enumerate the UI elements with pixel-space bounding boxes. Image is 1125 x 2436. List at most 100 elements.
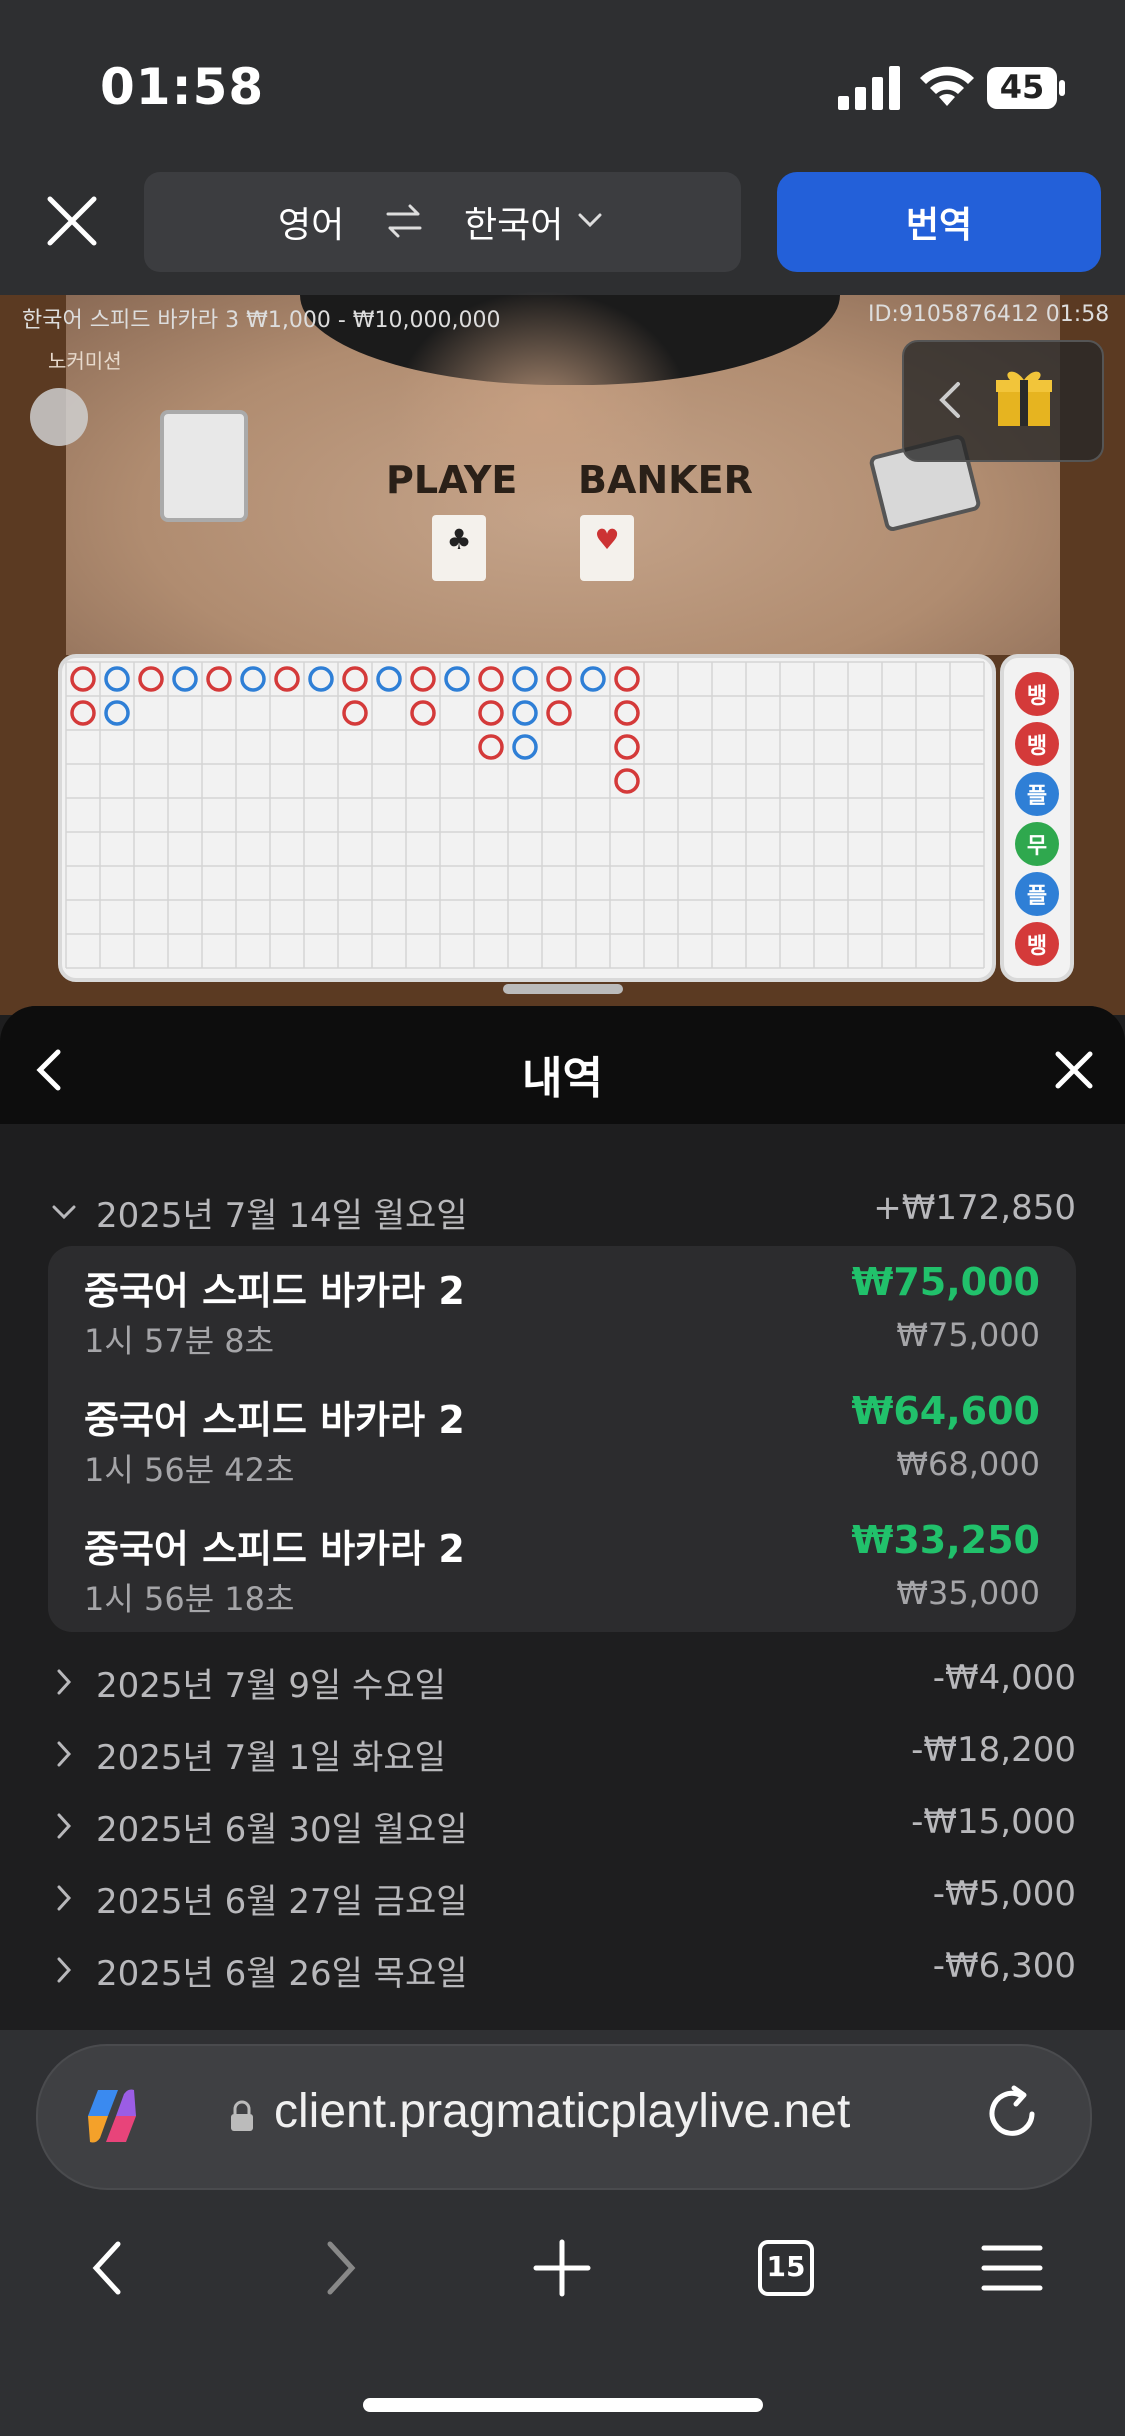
road-bead <box>614 734 640 760</box>
card-shoe <box>160 410 248 522</box>
history-sheet: 내역 2025년 7월 14일 월요일 +₩172,850 중국어 스피드 바카… <box>0 1006 1125 2030</box>
reload-icon[interactable] <box>980 2082 1044 2146</box>
status-time: 01:58 <box>100 58 265 116</box>
target-language[interactable]: 한국어 <box>464 196 563 248</box>
chevron-right-icon <box>57 1957 72 1983</box>
road-bead <box>478 666 504 692</box>
road-bead <box>70 700 96 726</box>
road-bead <box>580 666 606 692</box>
session-item[interactable]: 중국어 스피드 바카라 2 1시 56분 18초 ₩33,250 ₩35,000 <box>84 1518 1040 1628</box>
road-bead <box>70 666 96 692</box>
close-icon[interactable] <box>44 193 100 249</box>
road-bead <box>274 666 300 692</box>
day-date: 2025년 7월 1일 화요일 <box>96 1738 446 1778</box>
close-icon[interactable] <box>1054 1050 1094 1090</box>
gift-icon[interactable] <box>996 366 1052 428</box>
roadmap-board <box>58 654 996 982</box>
prediction-button[interactable]: 뱅 <box>1015 722 1059 766</box>
banker-label: BANKER <box>578 458 753 502</box>
session-bet: ₩75,000 <box>896 1316 1040 1354</box>
road-bead <box>138 666 164 692</box>
day-row[interactable]: 2025년 6월 26일 목요일 -₩6,300 <box>52 1946 1076 1994</box>
day-date: 2025년 6월 30일 월요일 <box>96 1810 468 1850</box>
session-win: ₩64,600 <box>851 1389 1040 1433</box>
language-selector[interactable] <box>144 172 741 272</box>
history-title: 내역 <box>522 1053 603 1104</box>
road-bead <box>614 768 640 794</box>
chevron-right-icon <box>57 1813 72 1839</box>
day-row[interactable]: 2025년 6월 27일 금요일 -₩5,000 <box>52 1874 1076 1922</box>
copilot-icon[interactable] <box>78 2082 146 2150</box>
back-icon[interactable] <box>74 2232 146 2304</box>
road-bead <box>410 666 436 692</box>
day-date: 2025년 7월 9일 수요일 <box>96 1666 446 1706</box>
day-row[interactable]: 2025년 6월 30일 월요일 -₩15,000 <box>52 1802 1076 1850</box>
day-date: 2025년 6월 26일 목요일 <box>96 1954 468 1994</box>
road-bead <box>444 666 470 692</box>
road-bead <box>410 700 436 726</box>
road-bead <box>240 666 266 692</box>
day-row[interactable]: 2025년 7월 1일 화요일 -₩18,200 <box>52 1730 1076 1778</box>
tabs-button[interactable]: 15 <box>750 2232 822 2304</box>
prediction-buttons: 뱅뱅플무플뱅 <box>1000 654 1074 982</box>
game-id: ID:9105876412 01:58 <box>868 302 1110 327</box>
translate-button[interactable]: 번역 <box>777 172 1101 272</box>
session-win: ₩33,250 <box>851 1518 1040 1562</box>
session-item[interactable]: 중국어 스피드 바카라 2 1시 57분 8초 ₩75,000 ₩75,000 <box>84 1260 1040 1370</box>
avatar[interactable] <box>30 388 88 446</box>
road-bead <box>104 666 130 692</box>
roadmap-grid <box>65 661 985 969</box>
chevron-right-icon <box>57 1885 72 1911</box>
battery-level: 45 <box>999 68 1045 106</box>
prediction-button[interactable]: 플 <box>1015 772 1059 816</box>
no-commission-label: 노커미션 <box>48 349 122 373</box>
session-list: 중국어 스피드 바카라 2 1시 57분 8초 ₩75,000 ₩75,000 … <box>48 1246 1076 1632</box>
swap-icon[interactable] <box>386 204 422 238</box>
road-bead <box>376 666 402 692</box>
day-total: -₩15,000 <box>911 1802 1076 1842</box>
wifi-icon <box>920 66 974 106</box>
road-bead <box>342 666 368 692</box>
road-bead <box>206 666 232 692</box>
chevron-left-icon[interactable] <box>936 380 964 420</box>
day-total: -₩5,000 <box>932 1874 1076 1914</box>
road-bead <box>104 700 130 726</box>
lock-icon <box>231 2100 253 2131</box>
road-bead <box>478 700 504 726</box>
session-duration: 1시 56분 42초 <box>84 1451 295 1489</box>
day-total: +₩172,850 <box>873 1188 1076 1228</box>
road-bead <box>614 666 640 692</box>
chevron-down-icon <box>52 1205 76 1220</box>
prediction-button[interactable]: 무 <box>1015 822 1059 866</box>
battery-icon: 45 <box>986 66 1066 110</box>
session-bet: ₩35,000 <box>896 1574 1040 1612</box>
new-tab-icon[interactable] <box>526 2232 598 2304</box>
chevron-right-icon <box>57 1741 72 1767</box>
prediction-button[interactable]: 플 <box>1015 872 1059 916</box>
forward-icon[interactable] <box>302 2232 374 2304</box>
road-bead <box>308 666 334 692</box>
day-row[interactable]: 2025년 7월 9일 수요일 -₩4,000 <box>52 1658 1076 1706</box>
road-bead <box>614 700 640 726</box>
day-total: -₩6,300 <box>932 1946 1076 1986</box>
home-indicator <box>363 2398 763 2412</box>
sheet-drag-handle[interactable] <box>503 984 623 994</box>
day-total: -₩18,200 <box>911 1730 1076 1770</box>
session-bet: ₩68,000 <box>896 1445 1040 1483</box>
session-game-name: 중국어 스피드 바카라 2 <box>84 1527 465 1571</box>
session-item[interactable]: 중국어 스피드 바카라 2 1시 56분 42초 ₩64,600 ₩68,000 <box>84 1389 1040 1499</box>
source-language[interactable]: 영어 <box>278 196 344 248</box>
day-row-expanded[interactable]: 2025년 7월 14일 월요일 +₩172,850 <box>52 1188 1076 1236</box>
session-game-name: 중국어 스피드 바카라 2 <box>84 1398 465 1442</box>
game-info: 한국어 스피드 바카라 3 ₩1,000 - ₩10,000,000 <box>22 308 501 333</box>
road-bead <box>342 700 368 726</box>
player-card: ♣ <box>432 515 486 581</box>
prediction-button[interactable]: 뱅 <box>1015 922 1059 966</box>
session-win: ₩75,000 <box>851 1260 1040 1304</box>
chevron-down-icon[interactable] <box>578 212 602 228</box>
menu-icon[interactable] <box>976 2232 1048 2304</box>
road-bead <box>546 666 572 692</box>
url-text[interactable]: client.pragmaticplaylive.net <box>274 2084 850 2139</box>
day-total: -₩4,000 <box>932 1658 1076 1698</box>
prediction-button[interactable]: 뱅 <box>1015 672 1059 716</box>
